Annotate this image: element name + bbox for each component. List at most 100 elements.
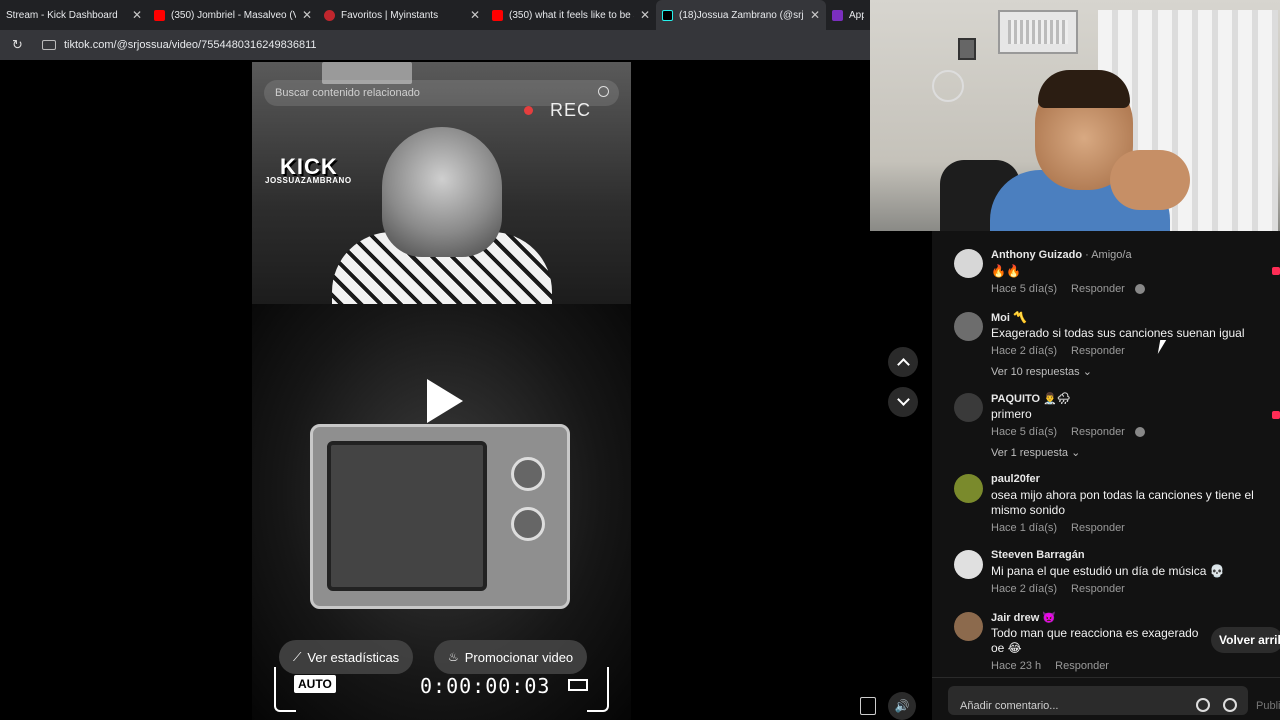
tab-title: Favoritos | Myinstants (341, 9, 439, 21)
publish-button[interactable]: Publi (1256, 700, 1280, 712)
comment-text: 🔥🔥 (991, 264, 1021, 278)
promote-label: Promocionar video (464, 649, 574, 665)
comment-author[interactable]: paul20fer (991, 473, 1040, 485)
tab-youtube-feels[interactable]: (350) what it feels like to be a n ✕ (486, 0, 656, 30)
related-search-input[interactable]: Buscar contenido relacionado (264, 80, 619, 106)
reply-button[interactable]: Responder (1071, 283, 1125, 295)
screen: Stream - Kick Dashboard ✕ (350) Jombriel… (0, 0, 1280, 720)
close-icon[interactable]: ✕ (810, 8, 820, 22)
comment-text: primero (991, 407, 1032, 421)
comment-meta: Hace 5 día(s) Responder (991, 426, 1145, 438)
comment-meta: Hace 1 día(s) Responder (991, 522, 1125, 534)
reply-button[interactable]: Responder (1055, 660, 1109, 672)
avatar[interactable] (954, 550, 983, 579)
apps-icon (832, 9, 843, 21)
volume-icon: 🔊 (894, 699, 910, 713)
avatar[interactable] (954, 393, 983, 422)
site-info-icon[interactable] (42, 40, 56, 50)
tiktok-icon (662, 9, 673, 21)
creator-liked-icon (1134, 427, 1145, 438)
tab-title: AppS (849, 9, 864, 21)
close-icon[interactable]: ✕ (470, 8, 480, 22)
comment-author[interactable]: Moi 〽️ (991, 311, 1027, 324)
comment-author[interactable]: PAQUITO 👨‍⚕️🌧 (991, 392, 1071, 405)
streamer-hands-image (1110, 150, 1190, 210)
search-icon[interactable] (598, 86, 609, 97)
tab-tiktok-active[interactable]: (18)Jossua Zambrano (@srjossu ✕ (656, 0, 826, 30)
comment-text: Mi pana el que estudió un día de música … (991, 564, 1225, 578)
reply-button[interactable]: Responder (1071, 345, 1125, 357)
tab-title: Stream - Kick Dashboard (6, 9, 118, 21)
youtube-icon (154, 9, 165, 21)
myinstants-icon (324, 9, 335, 21)
reply-button[interactable]: Responder (1071, 426, 1125, 438)
video-top-scene: KICK JOSSUAZAMBRANO REC Buscar contenido… (252, 62, 631, 312)
back-to-top-button[interactable]: Volver arrib (1211, 627, 1280, 653)
rec-timer: 0:00:00:03 (420, 674, 551, 698)
avatar[interactable] (954, 312, 983, 341)
comment-time: Hace 1 día(s) (991, 522, 1058, 534)
comment-time: Hace 2 día(s) (991, 583, 1058, 595)
tab-kick-dashboard[interactable]: Stream - Kick Dashboard ✕ (0, 0, 148, 30)
rec-dot-icon (524, 106, 533, 115)
author-name: Anthony Guizado (991, 249, 1083, 261)
volume-button[interactable]: 🔊 (888, 692, 916, 720)
play-icon[interactable] (427, 379, 463, 423)
tab-youtube-jombriel[interactable]: (350) Jombriel - Masalveo (Vide ✕ (148, 0, 318, 30)
like-icon[interactable] (1272, 267, 1280, 275)
search-placeholder: Buscar contenido relacionado (275, 87, 420, 99)
tv-image (310, 424, 570, 609)
emoji-icon[interactable] (1223, 698, 1237, 712)
person-image (382, 127, 502, 257)
close-icon[interactable]: ✕ (132, 8, 142, 22)
mention-icon[interactable] (1196, 698, 1210, 712)
comment-time: Hace 5 día(s) (991, 283, 1058, 295)
avatar[interactable] (954, 474, 983, 503)
tab-myinstants[interactable]: Favoritos | Myinstants ✕ (318, 0, 486, 30)
comment-meta: Hace 2 día(s) Responder (991, 345, 1125, 357)
creator-liked-icon (1134, 284, 1145, 295)
comment-author[interactable]: Anthony Guizado · Amigo/a (991, 249, 1132, 261)
view-replies-button[interactable]: Ver 10 respuestas ⌄ (991, 365, 1092, 378)
reply-button[interactable]: Responder (1071, 583, 1125, 595)
comment-meta: Hace 5 día(s) Responder (991, 283, 1145, 295)
reload-icon[interactable]: ↻ (12, 37, 26, 53)
kick-handle: JOSSUAZAMBRANO (265, 176, 352, 185)
comments-list: Anthony Guizado · Amigo/a 🔥🔥 Hace 5 día(… (932, 231, 1280, 677)
stats-label: Ver estadísticas (307, 649, 400, 665)
tv-screen (327, 441, 487, 591)
next-video-button[interactable] (888, 387, 918, 417)
comment-author[interactable]: Steeven Barragán (991, 549, 1085, 561)
chevron-down-icon (896, 393, 910, 406)
promote-video-button[interactable]: ♨ Promocionar video (434, 640, 588, 674)
close-icon[interactable]: ✕ (640, 8, 650, 22)
webcam-overlay (870, 0, 1280, 231)
battery-icon (568, 679, 588, 691)
view-replies-button[interactable]: Ver 1 respuesta ⌄ (991, 446, 1080, 459)
comment-time: Hace 5 día(s) (991, 426, 1058, 438)
close-icon[interactable]: ✕ (302, 8, 312, 22)
comment-placeholder: Añadir comentario... (960, 700, 1059, 712)
avatar[interactable] (954, 249, 983, 278)
air-conditioner-image (998, 10, 1078, 54)
video-player[interactable]: KICK JOSSUAZAMBRANO REC Buscar contenido… (252, 62, 631, 720)
browser-tab-strip: Stream - Kick Dashboard ✕ (350) Jombriel… (0, 0, 870, 30)
flame-icon: ♨ (448, 650, 459, 664)
comment-meta: Hace 23 h Responder (991, 660, 1109, 672)
tab-title: (350) what it feels like to be a n (509, 9, 634, 21)
tab-title: (350) Jombriel - Masalveo (Vide (171, 9, 296, 21)
wall-logo-image (932, 70, 964, 102)
reply-button[interactable]: Responder (1071, 522, 1125, 534)
save-icon[interactable] (860, 697, 876, 715)
comment-time: Hace 23 h (991, 660, 1042, 672)
address-bar: ↻ tiktok.com/@srjossua/video/75544803162… (0, 30, 870, 60)
like-icon[interactable] (1272, 411, 1280, 419)
view-stats-button[interactable]: ⟋ Ver estadísticas (279, 640, 414, 674)
comment-author[interactable]: Jair drew 👿 (991, 611, 1056, 624)
chevron-up-icon (896, 358, 910, 371)
url-field[interactable]: tiktok.com/@srjossua/video/7554480316249… (64, 39, 317, 51)
chart-icon: ⟋ (293, 649, 302, 664)
tab-apps[interactable]: AppS (826, 0, 870, 30)
avatar[interactable] (954, 612, 983, 641)
previous-video-button[interactable] (888, 347, 918, 377)
